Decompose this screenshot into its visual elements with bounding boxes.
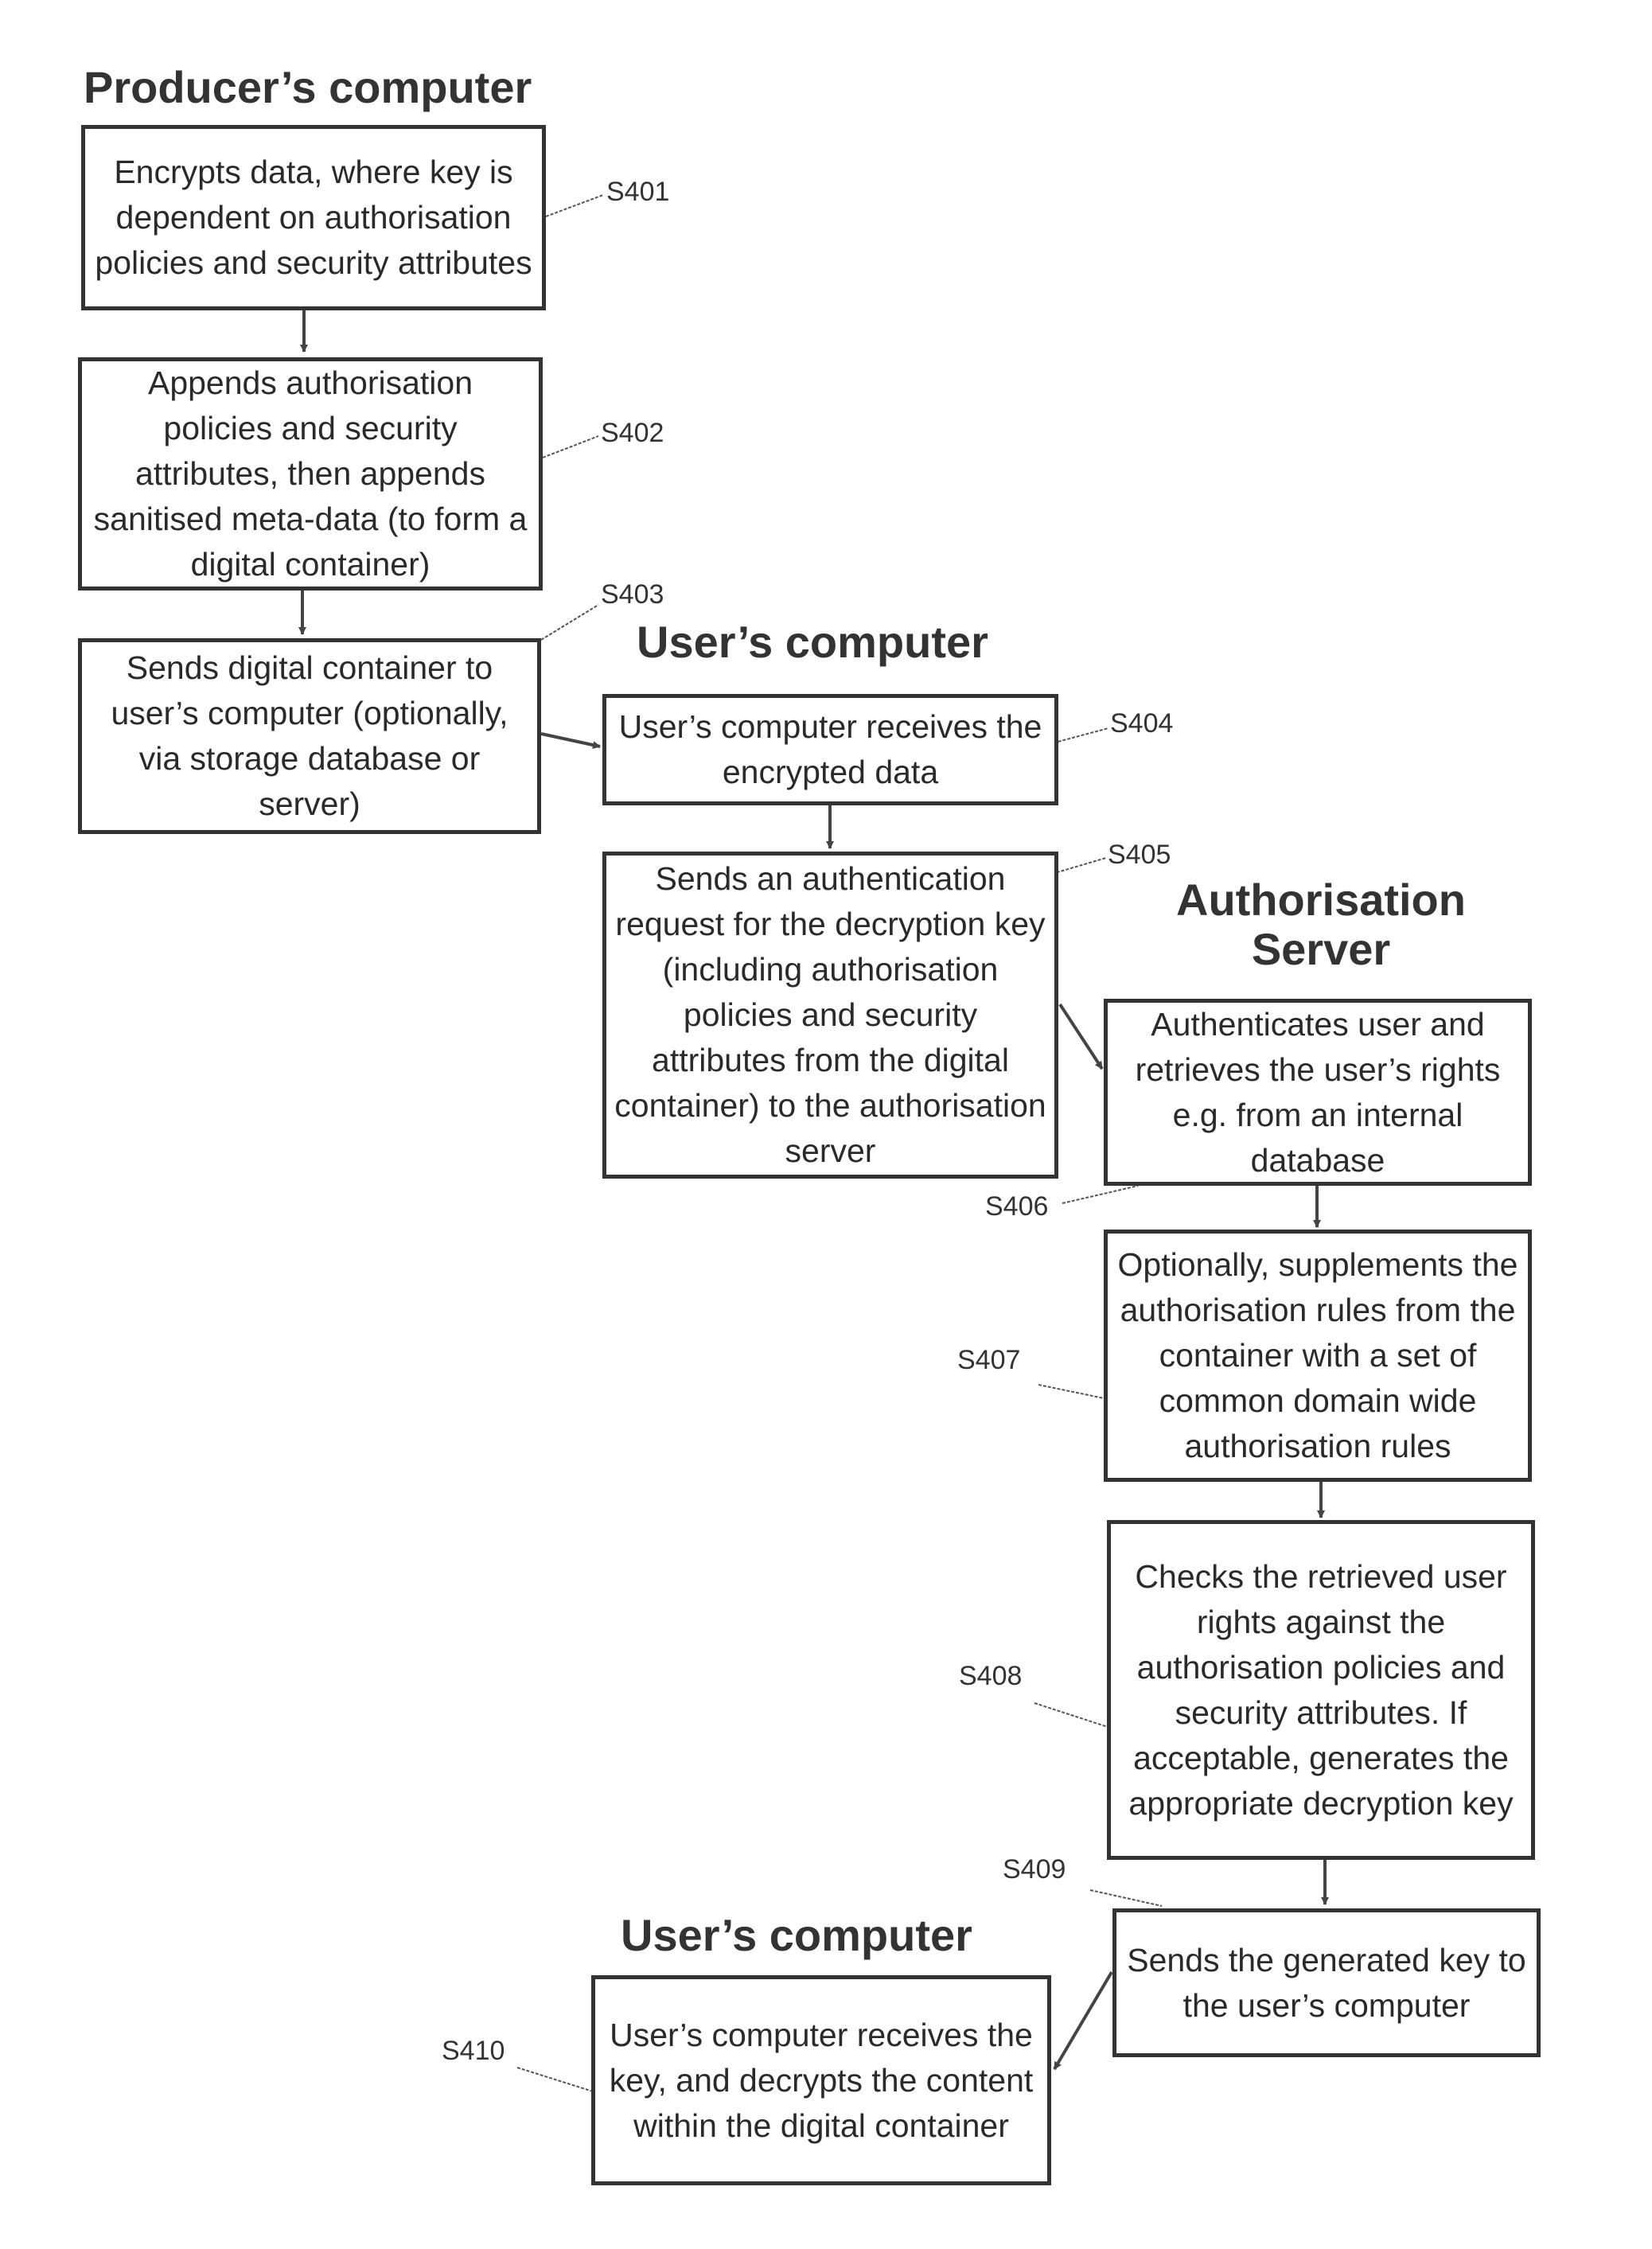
step-label-s404: S404 [1110,708,1174,739]
leader-s406 [1062,1185,1139,1204]
step-box-s404: User’s computer receives the encrypted d… [602,694,1058,805]
step-text-s408: Checks the retrieved user rights against… [1128,1557,1514,1822]
step-text-s407: Optionally, supplements the authorisatio… [1117,1246,1518,1464]
leader-s407 [1038,1384,1108,1400]
step-text-s402: Appends authorisation policies and secur… [93,364,528,583]
step-text-s404: User’s computer receives the encrypted d… [618,708,1042,790]
title-producers-computer: Producer’s computer [84,62,532,112]
step-text-s410: User’s computer receives the key, and de… [609,2016,1034,2144]
step-box-s405: Sends an authentication request for the … [602,852,1058,1179]
step-box-s410: User’s computer receives the key, and de… [591,1975,1051,2185]
step-text-s409: Sends the generated key to the user’s co… [1127,1941,1526,2024]
arrow-s403-s404 [540,732,601,749]
step-label-s405: S405 [1108,840,1171,870]
step-label-s408: S408 [959,1661,1023,1691]
step-label-s403: S403 [601,579,664,610]
leader-s405 [1051,857,1107,875]
step-box-s401: Encrypts data, where key is dependent on… [81,125,546,310]
step-text-s401: Encrypts data, where key is dependent on… [95,154,532,281]
leader-s408 [1034,1702,1108,1728]
step-box-s402: Appends authorisation policies and secur… [78,357,543,591]
title-authorisation-server: Authorisation Server [1176,875,1466,974]
leader-s403 [540,604,599,641]
step-box-s403: Sends digital container to user’s comput… [78,638,541,834]
leader-s409 [1089,1889,1163,1907]
step-label-s409: S409 [1003,1854,1066,1885]
step-box-s406: Authenticates user and retrieves the use… [1104,999,1532,1186]
step-label-s402: S402 [601,418,664,448]
step-text-s405: Sends an authentication request for the … [614,860,1046,1169]
step-label-s406: S406 [985,1191,1049,1222]
step-box-s408: Checks the retrieved user rights against… [1107,1520,1535,1860]
step-label-s407: S407 [957,1345,1021,1375]
step-label-s401: S401 [606,177,670,207]
arrow-s409-s410 [1053,1970,1113,2071]
leader-s402 [542,435,599,458]
step-label-s410: S410 [442,2036,505,2066]
step-text-s406: Authenticates user and retrieves the use… [1135,1005,1501,1179]
step-text-s403: Sends digital container to user’s comput… [111,649,508,822]
arrow-s405-s406 [1058,1003,1104,1070]
step-box-s407: Optionally, supplements the authorisatio… [1104,1230,1532,1482]
title-users-computer-top: User’s computer [637,617,988,667]
leader-s401 [545,194,604,217]
step-box-s409: Sends the generated key to the user’s co… [1112,1908,1541,2057]
leader-s410 [516,2067,594,2092]
title-users-computer-bottom: User’s computer [621,1910,972,1960]
